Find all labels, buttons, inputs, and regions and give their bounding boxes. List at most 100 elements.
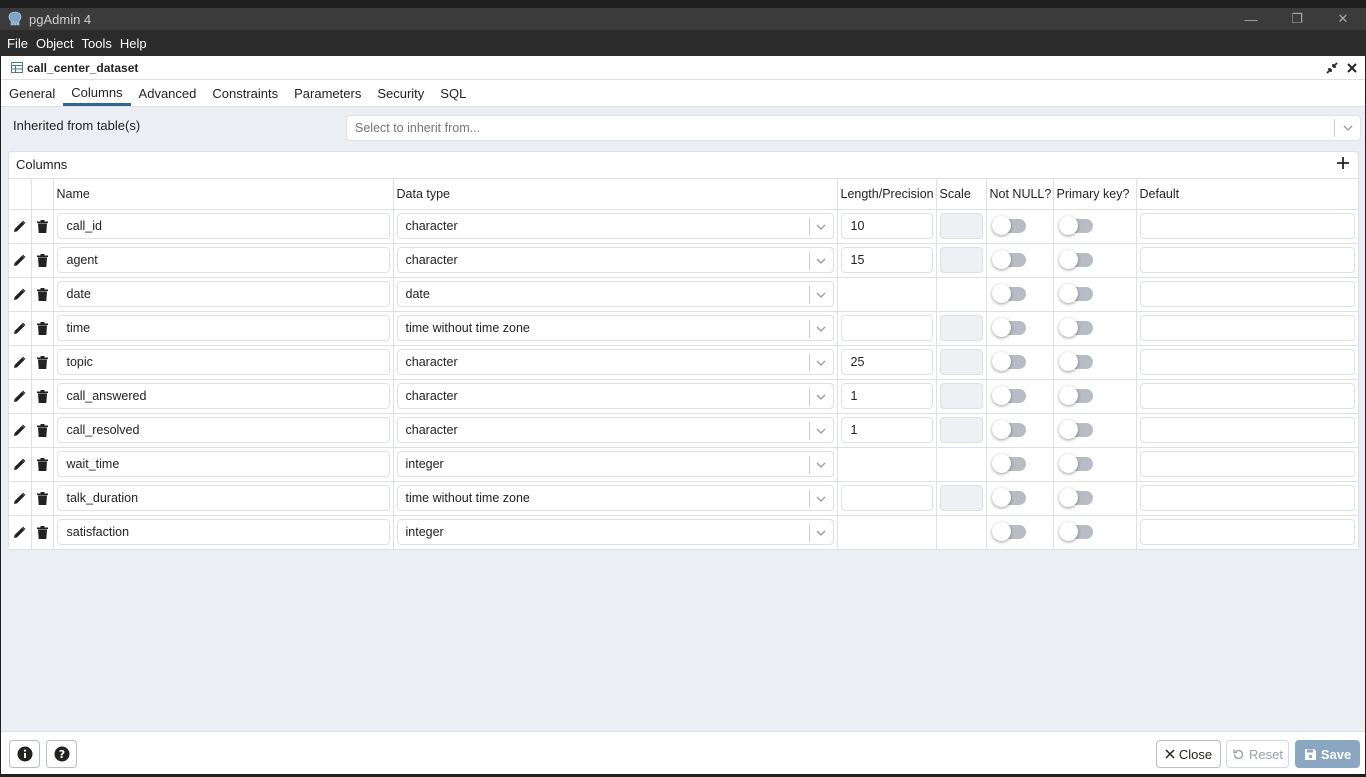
delete-row-button[interactable] bbox=[31, 447, 54, 482]
not-null-toggle[interactable] bbox=[991, 420, 1026, 439]
delete-row-button[interactable] bbox=[31, 413, 54, 448]
menu-help[interactable]: Help bbox=[116, 36, 151, 51]
column-name-input[interactable]: call_resolved bbox=[56, 417, 390, 443]
delete-row-button[interactable] bbox=[31, 209, 54, 244]
primary-key-toggle[interactable] bbox=[1058, 216, 1093, 235]
not-null-toggle[interactable] bbox=[991, 352, 1026, 371]
tab-general[interactable]: General bbox=[1, 79, 63, 106]
close-button[interactable]: Close bbox=[1156, 740, 1221, 768]
column-name-input[interactable]: time bbox=[56, 315, 390, 341]
delete-row-button[interactable] bbox=[31, 481, 54, 516]
collapse-icon[interactable] bbox=[1325, 59, 1339, 77]
column-name-input[interactable]: satisfaction bbox=[56, 519, 390, 545]
edit-row-button[interactable] bbox=[9, 447, 32, 482]
data-type-select[interactable]: character bbox=[396, 247, 834, 273]
primary-key-toggle[interactable] bbox=[1058, 488, 1093, 507]
primary-key-toggle[interactable] bbox=[1058, 318, 1093, 337]
primary-key-toggle[interactable] bbox=[1058, 522, 1093, 541]
info-button[interactable] bbox=[9, 740, 40, 768]
length-input[interactable] bbox=[840, 315, 933, 341]
default-input[interactable] bbox=[1139, 281, 1355, 307]
panel-close-icon[interactable] bbox=[1345, 59, 1359, 77]
delete-row-button[interactable] bbox=[31, 515, 54, 550]
not-null-toggle[interactable] bbox=[991, 454, 1026, 473]
tab-parameters[interactable]: Parameters bbox=[286, 79, 369, 106]
default-input[interactable] bbox=[1139, 417, 1355, 443]
inherit-select[interactable]: Select to inherit from... bbox=[346, 115, 1361, 141]
data-type-select[interactable]: character bbox=[396, 383, 834, 409]
primary-key-toggle[interactable] bbox=[1058, 250, 1093, 269]
primary-key-toggle[interactable] bbox=[1058, 420, 1093, 439]
edit-row-button[interactable] bbox=[9, 345, 32, 380]
menu-tools[interactable]: Tools bbox=[78, 36, 116, 51]
length-input[interactable]: 25 bbox=[840, 349, 933, 375]
window-close-button[interactable]: ✕ bbox=[1320, 8, 1366, 30]
not-null-toggle[interactable] bbox=[991, 216, 1026, 235]
length-input[interactable]: 1 bbox=[840, 417, 933, 443]
not-null-toggle[interactable] bbox=[991, 488, 1026, 507]
column-name-input[interactable]: talk_duration bbox=[56, 485, 390, 511]
data-type-select[interactable]: integer bbox=[396, 451, 834, 477]
not-null-toggle[interactable] bbox=[991, 318, 1026, 337]
default-input[interactable] bbox=[1139, 349, 1355, 375]
length-input[interactable]: 10 bbox=[840, 213, 933, 239]
column-name-input[interactable]: agent bbox=[56, 247, 390, 273]
edit-row-button[interactable] bbox=[9, 515, 32, 550]
default-input[interactable] bbox=[1139, 315, 1355, 341]
restore-button[interactable]: ❐ bbox=[1274, 8, 1320, 30]
tab-advanced[interactable]: Advanced bbox=[131, 79, 205, 106]
column-name-input[interactable]: call_id bbox=[56, 213, 390, 239]
data-type-select[interactable]: time without time zone bbox=[396, 315, 834, 341]
default-input[interactable] bbox=[1139, 213, 1355, 239]
edit-row-button[interactable] bbox=[9, 209, 32, 244]
data-type-select[interactable]: character bbox=[396, 417, 834, 443]
primary-key-toggle[interactable] bbox=[1058, 454, 1093, 473]
edit-row-button[interactable] bbox=[9, 379, 32, 414]
data-type-select[interactable]: character bbox=[396, 213, 834, 239]
delete-row-button[interactable] bbox=[31, 311, 54, 346]
not-null-toggle[interactable] bbox=[991, 386, 1026, 405]
length-input[interactable]: 15 bbox=[840, 247, 933, 273]
delete-row-button[interactable] bbox=[31, 345, 54, 380]
data-type-select[interactable]: character bbox=[396, 349, 834, 375]
edit-row-button[interactable] bbox=[9, 277, 32, 312]
data-type-select[interactable]: integer bbox=[396, 519, 834, 545]
minimize-button[interactable]: — bbox=[1228, 8, 1274, 30]
column-name-input[interactable]: date bbox=[56, 281, 390, 307]
tab-security[interactable]: Security bbox=[369, 79, 432, 106]
save-button[interactable]: Save bbox=[1295, 740, 1360, 768]
help-button[interactable]: ? bbox=[46, 740, 77, 768]
edit-row-button[interactable] bbox=[9, 413, 32, 448]
menu-file[interactable]: File bbox=[3, 36, 32, 51]
primary-key-toggle[interactable] bbox=[1058, 284, 1093, 303]
delete-row-button[interactable] bbox=[31, 243, 54, 278]
edit-row-button[interactable] bbox=[9, 481, 32, 516]
tab-columns[interactable]: Columns bbox=[63, 79, 131, 106]
edit-row-button[interactable] bbox=[9, 243, 32, 278]
default-input[interactable] bbox=[1139, 485, 1355, 511]
primary-key-toggle[interactable] bbox=[1058, 386, 1093, 405]
not-null-toggle[interactable] bbox=[991, 250, 1026, 269]
default-input[interactable] bbox=[1139, 247, 1355, 273]
column-name-input[interactable]: call_answered bbox=[56, 383, 390, 409]
default-input[interactable] bbox=[1139, 383, 1355, 409]
delete-row-button[interactable] bbox=[31, 379, 54, 414]
delete-row-button[interactable] bbox=[31, 277, 54, 312]
tab-sql[interactable]: SQL bbox=[432, 79, 474, 106]
data-type-select[interactable]: time without time zone bbox=[396, 485, 834, 511]
not-null-toggle[interactable] bbox=[991, 284, 1026, 303]
edit-row-button[interactable] bbox=[9, 311, 32, 346]
data-type-select[interactable]: date bbox=[396, 281, 834, 307]
default-input[interactable] bbox=[1139, 519, 1355, 545]
primary-key-toggle[interactable] bbox=[1058, 352, 1093, 371]
tab-constraints[interactable]: Constraints bbox=[204, 79, 286, 106]
add-column-button[interactable] bbox=[1336, 153, 1350, 176]
default-input[interactable] bbox=[1139, 451, 1355, 477]
not-null-toggle[interactable] bbox=[991, 522, 1026, 541]
column-name-input[interactable]: wait_time bbox=[56, 451, 390, 477]
reset-button[interactable]: Reset bbox=[1226, 740, 1289, 768]
column-name-input[interactable]: topic bbox=[56, 349, 390, 375]
length-input[interactable]: 1 bbox=[840, 383, 933, 409]
length-input[interactable] bbox=[840, 485, 933, 511]
menu-object[interactable]: Object bbox=[32, 36, 78, 51]
